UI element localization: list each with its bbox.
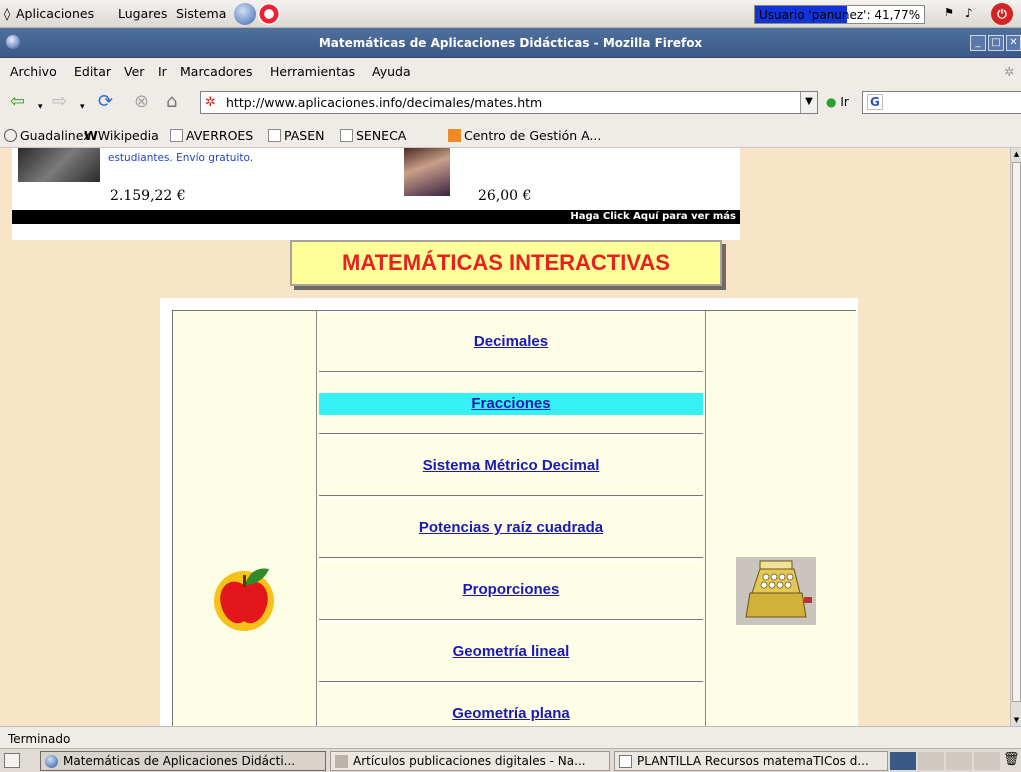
applications-icon[interactable]: ◊ — [4, 6, 10, 21]
ad-book-image[interactable] — [404, 148, 450, 196]
menu-lugares[interactable]: Lugares — [118, 6, 167, 21]
navigation-toolbar: ⇦ ▾ ⇨ ▾ ⟳ ⊗ ⌂ ✲ http://www.aplicaciones.… — [0, 84, 1021, 120]
page-content: estudiantes. Envío gratuito. 2.159,22 € … — [0, 148, 1010, 726]
menu-panel: Decimales Fracciones Sistema Métrico Dec… — [160, 298, 858, 726]
forward-dropdown-icon[interactable]: ▾ — [80, 97, 85, 117]
show-desktop-icon[interactable] — [4, 753, 20, 768]
scroll-thumb[interactable] — [1012, 162, 1021, 702]
taskbar: Matemáticas de Aplicaciones Didácti... A… — [0, 748, 1021, 772]
window-title: Matemáticas de Aplicaciones Didácticas -… — [318, 36, 703, 50]
ad-price-1: 2.159,22 € — [110, 188, 186, 204]
ad-description[interactable]: estudiantes. Envío gratuito. — [108, 152, 253, 164]
menu-marcadores[interactable]: Marcadores — [180, 64, 253, 79]
menu-editar[interactable]: Editar — [74, 64, 111, 79]
workspace-1[interactable] — [890, 752, 916, 770]
ad-laptop-image[interactable] — [18, 148, 100, 182]
volume-icon[interactable]: ♪ — [965, 6, 973, 20]
menu-link-fracciones[interactable]: Fracciones — [319, 373, 703, 434]
bookmark-centro-gestion[interactable]: Centro de Gestión A... — [448, 128, 601, 143]
bookmark-guadalinex[interactable]: Guadalinex — [4, 128, 91, 143]
task-articulos[interactable]: Artículos publicaciones digitales - Na..… — [330, 751, 610, 771]
ad-price-2: 26,00 € — [478, 188, 532, 204]
rss-icon — [448, 129, 461, 142]
home-icon[interactable]: ⌂ — [166, 92, 177, 112]
menu-ir[interactable]: Ir — [158, 64, 167, 79]
page-icon — [340, 129, 353, 142]
apple-icon — [214, 568, 274, 631]
left-column — [173, 311, 317, 726]
workspace-2[interactable] — [918, 752, 944, 770]
wikipedia-icon: W — [84, 128, 98, 143]
folder-icon — [335, 755, 348, 768]
menu-ayuda[interactable]: Ayuda — [372, 64, 411, 79]
page-icon — [170, 129, 183, 142]
window-titlebar[interactable]: Matemáticas de Aplicaciones Didácticas -… — [0, 28, 1021, 58]
menu-link-proporciones[interactable]: Proporciones — [319, 559, 703, 620]
workspace-4[interactable] — [974, 752, 1000, 770]
page-icon — [268, 129, 281, 142]
back-dropdown-icon[interactable]: ▾ — [38, 97, 43, 117]
back-icon[interactable]: ⇦ — [10, 92, 25, 112]
menu-link-geometria-lineal[interactable]: Geometría lineal — [319, 621, 703, 682]
network-icon[interactable]: ⚑ — [944, 6, 954, 19]
ad-banner[interactable]: estudiantes. Envío gratuito. 2.159,22 € … — [12, 148, 740, 240]
menubar: Archivo Editar Ver Ir Marcadores Herrami… — [0, 58, 1021, 84]
workspace-3[interactable] — [946, 752, 972, 770]
user-quota-applet[interactable]: Usuario 'panunez': 41,77% — [754, 5, 926, 24]
search-engine-icon[interactable]: G — [867, 94, 883, 110]
task-firefox[interactable]: Matemáticas de Aplicaciones Didácti... — [40, 751, 326, 771]
bookmark-pasen[interactable]: PASEN — [268, 128, 324, 143]
menu-aplicaciones[interactable]: Aplicaciones — [16, 6, 94, 21]
help-launcher-icon[interactable] — [258, 3, 280, 25]
url-dropdown-icon[interactable]: ▼ — [800, 92, 817, 113]
scroll-down-icon[interactable]: ▼ — [1011, 714, 1021, 726]
menu-link-sistema-metrico[interactable]: Sistema Métrico Decimal — [319, 435, 703, 496]
document-icon — [619, 755, 632, 768]
menu-ver[interactable]: Ver — [124, 64, 144, 79]
bookmarks-toolbar: Guadalinex WWikipedia AVERROES PASEN SEN… — [0, 120, 1021, 148]
site-favicon-icon: ✲ — [205, 95, 216, 110]
maximize-button[interactable]: □ — [988, 35, 1004, 51]
bookmark-wikipedia[interactable]: WWikipedia — [84, 128, 159, 143]
throbber-icon: ✲ — [1004, 64, 1015, 79]
page-title: MATEMÁTICAS INTERACTIVAS — [290, 240, 722, 286]
guadalinex-icon — [4, 129, 17, 142]
reload-icon[interactable]: ⟳ — [98, 92, 113, 112]
menu-link-decimales[interactable]: Decimales — [319, 311, 703, 372]
go-icon: ● — [826, 95, 837, 109]
firefox-icon — [45, 755, 58, 768]
task-plantilla[interactable]: PLANTILLA Recursos matemaTICos d... — [614, 751, 888, 771]
browser-launcher-icon[interactable] — [234, 3, 256, 25]
right-column — [705, 311, 857, 726]
forward-icon[interactable]: ⇨ — [52, 92, 67, 112]
shutdown-icon[interactable]: ⏻ — [991, 3, 1013, 25]
menu-link-geometria-plana[interactable]: Geometría plana — [319, 683, 703, 726]
status-bar: Terminado — [0, 726, 1021, 748]
bookmark-seneca[interactable]: SENECA — [340, 128, 406, 143]
minimize-button[interactable]: _ — [970, 35, 986, 51]
stop-icon[interactable]: ⊗ — [134, 92, 149, 112]
status-text: Terminado — [8, 732, 71, 746]
menu-herramientas[interactable]: Herramientas — [270, 64, 355, 79]
search-box[interactable]: G — [862, 91, 1021, 114]
vertical-scrollbar[interactable]: ▲ ▼ — [1010, 148, 1021, 726]
url-bar[interactable]: ✲ http://www.aplicaciones.info/decimales… — [200, 91, 818, 114]
close-button[interactable]: ✕ — [1006, 35, 1021, 51]
menu-archivo[interactable]: Archivo — [10, 64, 57, 79]
go-button[interactable]: ● Ir — [826, 95, 849, 109]
cash-register-icon — [736, 557, 816, 625]
menu-link-potencias[interactable]: Potencias y raíz cuadrada — [319, 497, 703, 558]
menu-sistema[interactable]: Sistema — [176, 6, 226, 21]
url-text[interactable]: http://www.aplicaciones.info/decimales/m… — [226, 95, 542, 110]
trash-icon[interactable]: 🗑 — [1003, 752, 1020, 770]
scroll-up-icon[interactable]: ▲ — [1011, 148, 1021, 160]
ad-cta-link[interactable]: Haga Click Aquí para ver más — [12, 210, 740, 224]
bookmark-averroes[interactable]: AVERROES — [170, 128, 253, 143]
gnome-top-panel: ◊ Aplicaciones Lugares Sistema Usuario '… — [0, 0, 1021, 28]
